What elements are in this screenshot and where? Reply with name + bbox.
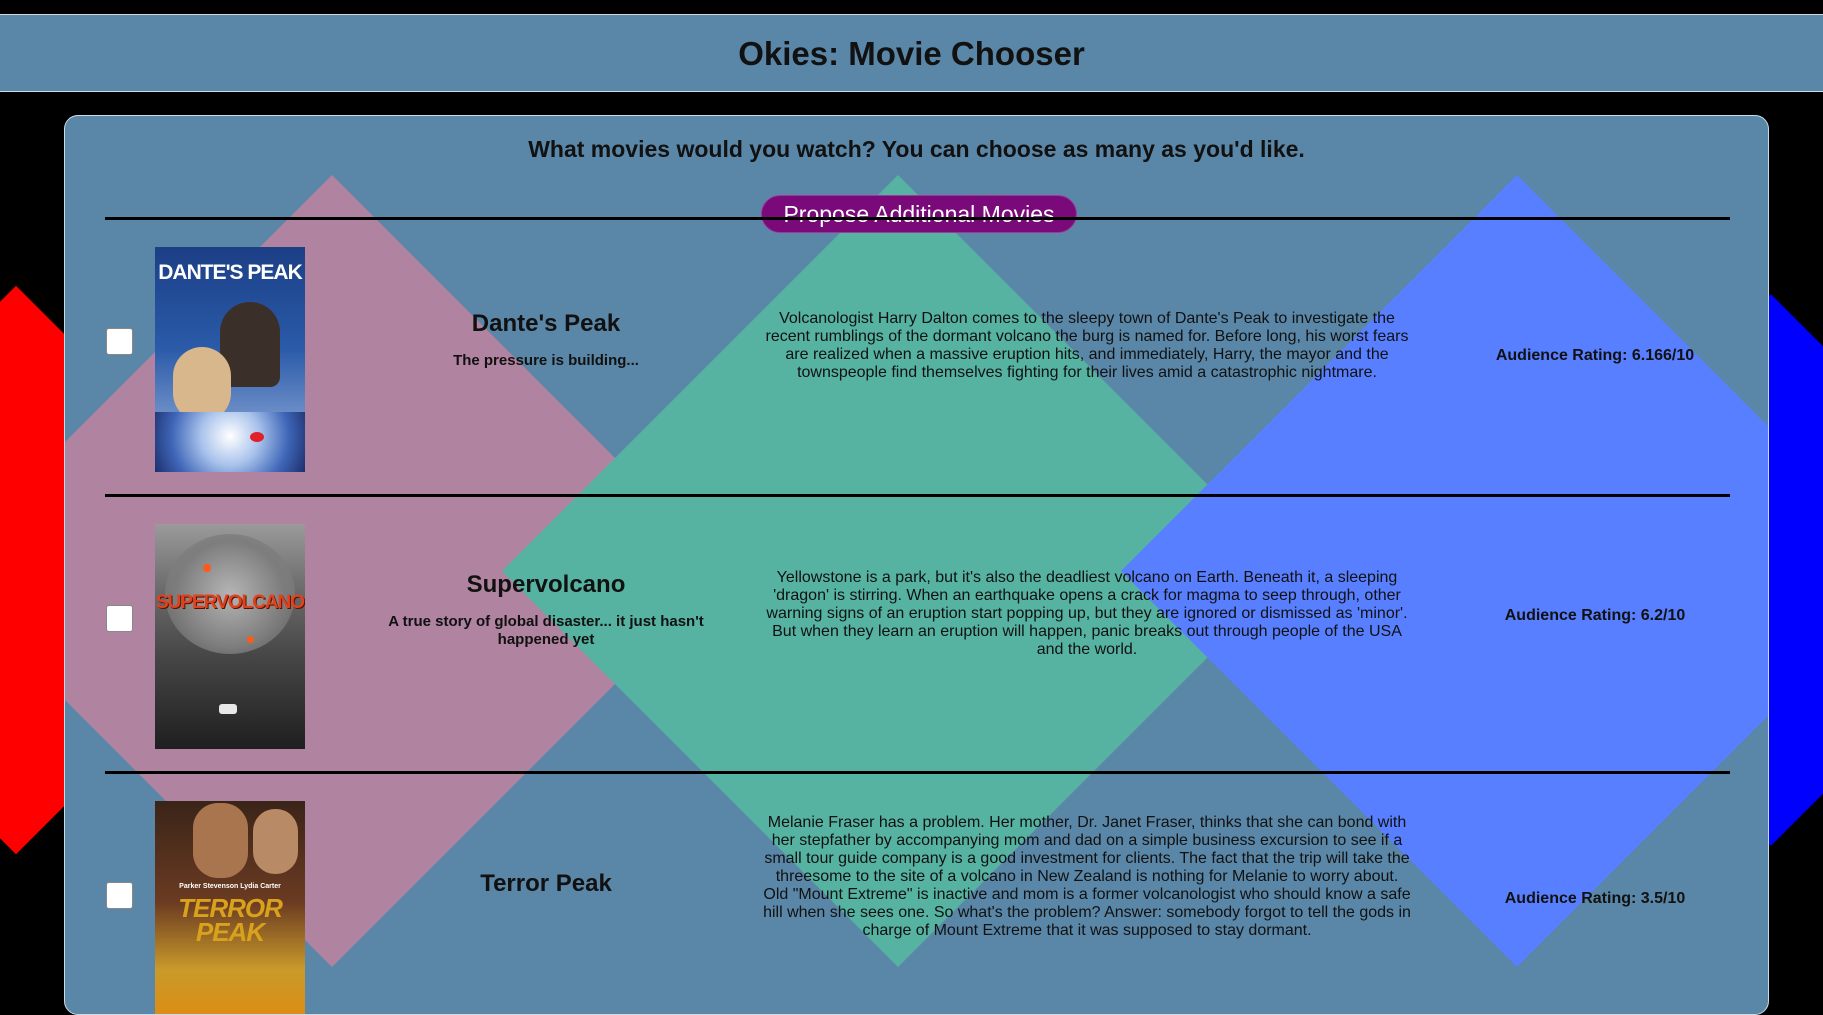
poster-lava-spot — [250, 432, 264, 442]
select-movie-checkbox[interactable] — [106, 882, 133, 909]
movie-tagline: A true story of global disaster... it ju… — [388, 613, 704, 648]
poster-ash-cloud — [155, 412, 305, 472]
page-title: Okies: Movie Chooser — [738, 35, 1085, 72]
movie-synopsis: Melanie Fraser has a problem. Her mother… — [763, 814, 1411, 939]
movie-synopsis: Yellowstone is a park, but it's also the… — [766, 569, 1408, 658]
movie-title-block: Dante's Peak The pressure is building... — [371, 310, 721, 370]
app-header: Okies: Movie Chooser — [0, 14, 1823, 92]
poster-ember — [203, 564, 211, 572]
movie-row-supervolcano: SUPERVOLCANO Supervolcano A true story o… — [65, 497, 1768, 772]
select-movie-checkbox[interactable] — [106, 605, 133, 632]
poster-figure-woman — [253, 809, 298, 874]
movie-title: Supervolcano — [466, 571, 626, 598]
movie-tagline: The pressure is building... — [453, 352, 639, 369]
movie-title: Terror Peak — [480, 870, 612, 897]
movie-chooser-panel: What movies would you watch? You can cho… — [64, 115, 1769, 1015]
movie-audience-rating: Audience Rating: 3.5/10 — [1504, 890, 1686, 907]
movie-row-terror-peak: Parker Stevenson Lydia Carter TERROR PEA… — [65, 774, 1768, 1014]
poster-figure-woman — [173, 347, 231, 422]
poster-ember — [247, 636, 254, 643]
movie-poster: SUPERVOLCANO — [155, 524, 305, 749]
movie-title-block: Terror Peak — [371, 870, 721, 912]
poster-credits: Parker Stevenson Lydia Carter — [179, 883, 281, 890]
movie-audience-rating: Audience Rating: 6.2/10 — [1504, 607, 1686, 624]
selection-prompt: What movies would you watch? You can cho… — [528, 136, 1305, 162]
select-movie-checkbox[interactable] — [106, 328, 133, 355]
movie-poster: DANTE'S PEAK — [155, 247, 305, 472]
movie-title-block: Supervolcano A true story of global disa… — [371, 571, 721, 649]
movie-audience-rating: Audience Rating: 6.166/10 — [1495, 347, 1695, 364]
movie-title: Dante's Peak — [471, 310, 621, 337]
poster-title-text: SUPERVOLCANO — [155, 592, 305, 613]
movie-row-dantes-peak: DANTE'S PEAK Dante's Peak The pressure i… — [65, 220, 1768, 495]
movie-poster: Parker Stevenson Lydia Carter TERROR PEA… — [155, 801, 305, 1014]
poster-car — [219, 704, 237, 714]
poster-figure-man — [193, 803, 248, 878]
poster-title-text: TERROR PEAK — [178, 893, 283, 947]
movie-synopsis: Volcanologist Harry Dalton comes to the … — [765, 310, 1409, 381]
poster-title-text: DANTE'S PEAK — [158, 261, 303, 284]
